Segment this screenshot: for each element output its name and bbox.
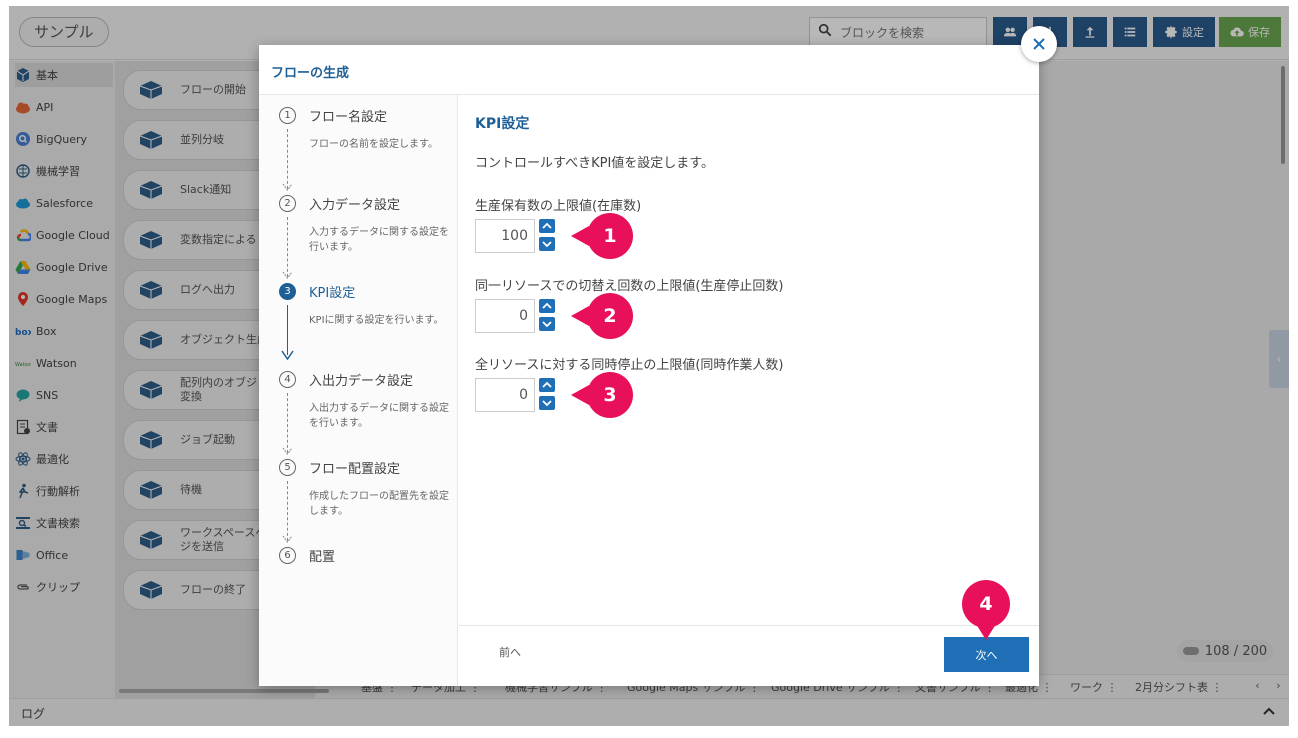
arrow-down-icon: [281, 350, 294, 360]
field-label-concurrent-stop-limit: 全リソースに対する同時停止の上限値(同時作業人数): [475, 358, 784, 373]
decrement-button[interactable]: [539, 396, 555, 410]
callout-number: 4: [962, 580, 1010, 628]
callout-number: 1: [587, 213, 633, 259]
arrow-down-icon: [282, 183, 293, 191]
dialog-footer: 前へ 次へ: [459, 625, 1039, 686]
step-description: フローの名前を設定します。: [309, 139, 438, 150]
decrement-button[interactable]: [539, 317, 555, 331]
step-connector: [287, 217, 288, 277]
increment-button[interactable]: [539, 219, 555, 233]
chevron-up-icon: [542, 222, 552, 229]
callout-marker: 4: [962, 580, 1010, 646]
field-label-inventory-limit: 生産保有数の上限値(在庫数): [475, 199, 642, 214]
close-dialog-button[interactable]: [1021, 26, 1057, 62]
callout-number: 2: [587, 293, 633, 339]
step-title: 配置: [309, 550, 336, 565]
switch-limit-input[interactable]: [475, 299, 535, 333]
chevron-down-icon: [542, 400, 552, 407]
step-description: KPIに関する設定を行います。: [309, 315, 444, 326]
chevron-up-icon: [542, 381, 552, 388]
step-number: 6: [279, 547, 296, 564]
increment-button[interactable]: [539, 299, 555, 313]
prev-button[interactable]: 前へ: [499, 644, 521, 660]
step-description: 入力するデータに関する設定を行います。: [309, 227, 449, 253]
step-connector: [287, 305, 288, 355]
step-connector: [287, 393, 288, 453]
step-number: 5: [279, 459, 296, 476]
chevron-up-icon: [542, 302, 552, 309]
app-window: サンプル 設定 保存 基本: [9, 6, 1289, 726]
step-number: 2: [279, 195, 296, 212]
step-title: 入出力データ設定: [309, 374, 414, 389]
increment-button[interactable]: [539, 378, 555, 392]
step-title: フロー名設定: [309, 110, 388, 125]
chevron-down-icon: [542, 241, 552, 248]
arrow-down-icon: [282, 535, 293, 543]
arrow-down-icon: [282, 447, 293, 455]
inventory-limit-input[interactable]: [475, 219, 535, 253]
step-number: 3: [279, 283, 296, 300]
step-title: KPI設定: [309, 286, 356, 301]
close-icon: [1033, 38, 1045, 50]
step-list: 1 フロー名設定 フローの名前を設定します。 2 入力データ設定 入力するデータ…: [259, 95, 458, 686]
step-number: 4: [279, 371, 296, 388]
arrow-down-icon: [282, 271, 293, 279]
flow-generation-dialog: フローの生成 1 フロー名設定 フローの名前を設定します。 2 入力データ設定 …: [259, 45, 1039, 686]
step-connector: [287, 481, 288, 541]
section-description: コントロールすべきKPI値を設定します。: [475, 156, 714, 171]
step-content: KPI設定 コントロールすべきKPI値を設定します。 生産保有数の上限値(在庫数…: [459, 95, 1039, 623]
step-title: フロー配置設定: [309, 462, 401, 477]
chevron-down-icon: [542, 321, 552, 328]
field-label-switch-limit: 同一リソースでの切替え回数の上限値(生産停止回数): [475, 279, 784, 294]
step-description: 作成したフローの配置先を設定します。: [309, 491, 449, 517]
step-connector: [287, 129, 288, 189]
step-number: 1: [279, 107, 296, 124]
step-title: 入力データ設定: [309, 198, 401, 213]
step-description: 入出力するデータに関する設定を行います。: [309, 403, 449, 429]
callout-number: 3: [587, 372, 633, 418]
dialog-title: フローの生成: [271, 66, 350, 81]
concurrent-stop-limit-input[interactable]: [475, 378, 535, 412]
decrement-button[interactable]: [539, 237, 555, 251]
section-title: KPI設定: [475, 116, 530, 132]
